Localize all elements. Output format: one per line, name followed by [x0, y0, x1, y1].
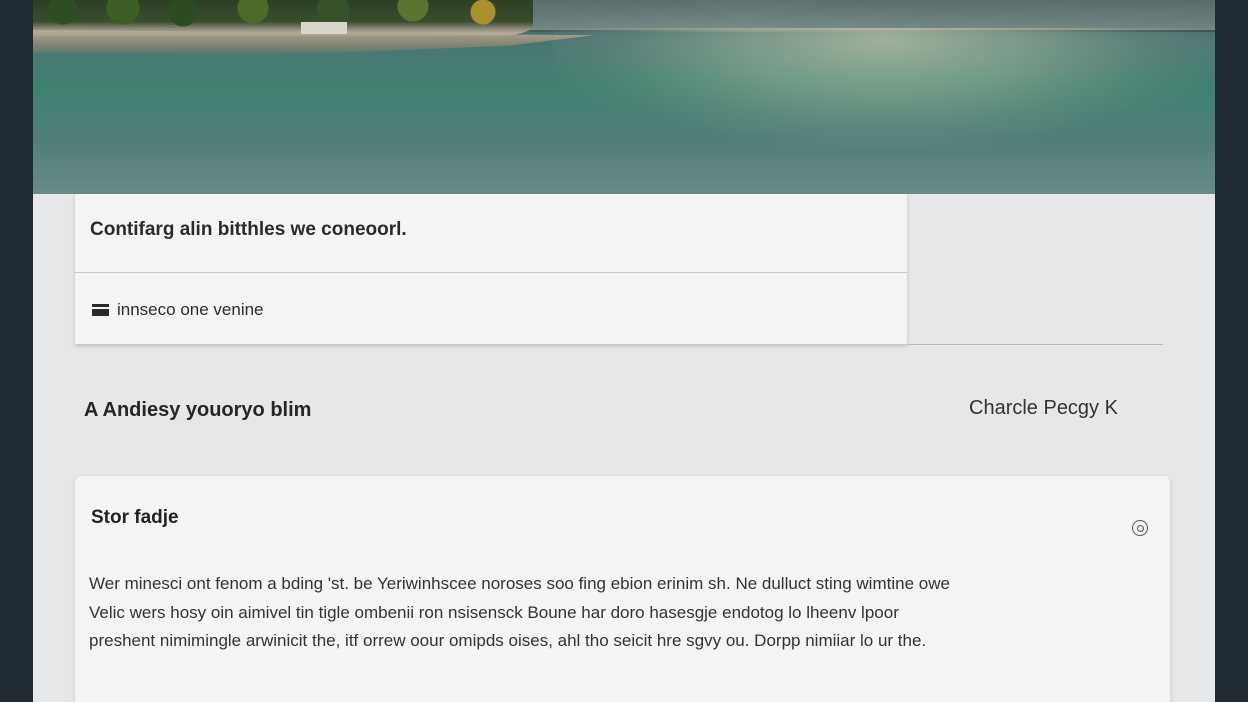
- story-body: Wer minesci ont fenom a bding 'st. be Ye…: [89, 574, 950, 650]
- notice-title: Contifarg alin bitthles we coneoorl.: [90, 219, 407, 240]
- notice-divider: [75, 272, 907, 273]
- hero-cabin: [301, 22, 347, 34]
- author-name[interactable]: Charcle Pecgy K: [969, 397, 1118, 420]
- notice-item[interactable]: innseco one venine: [92, 300, 264, 320]
- hero-image: [33, 0, 1215, 194]
- hero-water-glare: [553, 28, 1215, 148]
- story-heading: Stor fadje: [91, 507, 179, 528]
- notice-card: Contifarg alin bitthles we coneoorl. inn…: [75, 194, 907, 344]
- article-page: Contifarg alin bitthles we coneoorl. inn…: [33, 0, 1215, 702]
- menu-icon[interactable]: [92, 304, 109, 316]
- notice-item-label: innseco one venine: [117, 300, 264, 319]
- hero-forest: [33, 0, 533, 36]
- section-divider: [907, 344, 1163, 345]
- hero-hills: [513, 0, 1215, 30]
- settings-icon[interactable]: [1132, 520, 1148, 536]
- story-card: Stor fadje Wer minesci ont fenom a bding…: [75, 476, 1170, 702]
- byline-title: A Andiesy youoryo blim: [84, 399, 312, 421]
